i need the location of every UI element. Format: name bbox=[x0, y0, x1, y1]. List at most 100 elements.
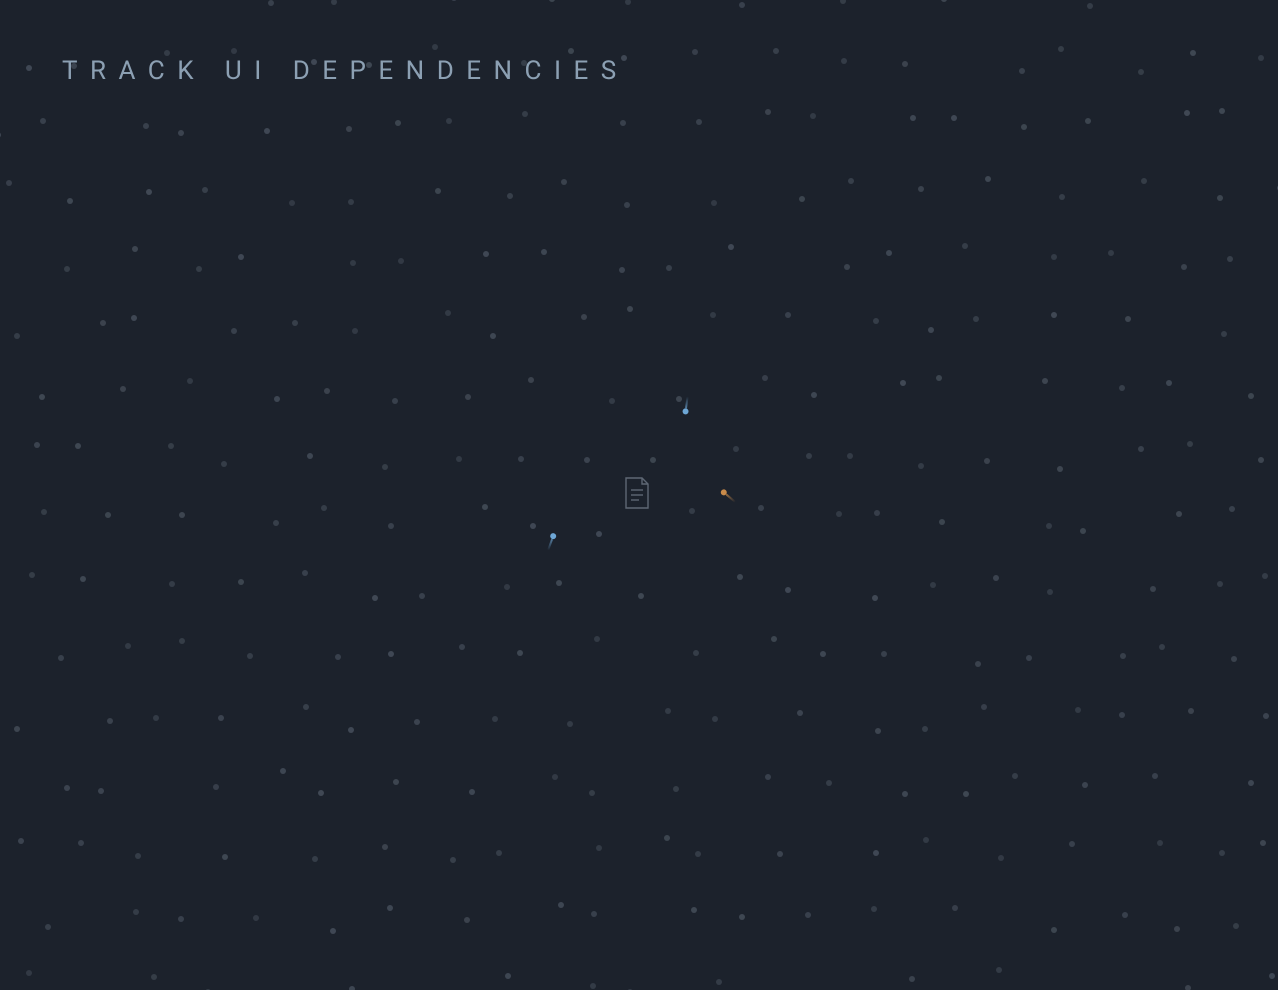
background-dot bbox=[952, 905, 958, 911]
background-dot bbox=[1047, 589, 1053, 595]
background-dot bbox=[14, 726, 20, 732]
background-dot bbox=[45, 924, 51, 930]
background-dot bbox=[909, 976, 915, 982]
background-dot bbox=[289, 200, 295, 206]
background-dot bbox=[6, 180, 12, 186]
background-dot bbox=[836, 511, 842, 517]
background-dot bbox=[638, 593, 644, 599]
background-dot bbox=[388, 523, 394, 529]
background-dot bbox=[996, 967, 1002, 973]
background-dot bbox=[666, 265, 672, 271]
background-dot bbox=[517, 650, 523, 656]
background-dot bbox=[459, 644, 465, 650]
background-dot bbox=[1108, 250, 1114, 256]
background-dot bbox=[469, 789, 475, 795]
background-dot bbox=[552, 774, 558, 780]
background-dot bbox=[274, 396, 280, 402]
background-dot bbox=[1262, 573, 1268, 579]
background-dot bbox=[1051, 927, 1057, 933]
background-dot bbox=[435, 188, 441, 194]
background-dot bbox=[445, 310, 451, 316]
background-dot bbox=[303, 704, 309, 710]
background-dot bbox=[482, 504, 488, 510]
background-dot bbox=[179, 512, 185, 518]
background-dot bbox=[1058, 46, 1064, 52]
background-dot bbox=[625, 0, 631, 5]
background-dot bbox=[419, 593, 425, 599]
background-dot bbox=[528, 377, 534, 383]
background-dot bbox=[132, 246, 138, 252]
background-dot bbox=[596, 531, 602, 537]
background-dot bbox=[530, 523, 536, 529]
background-dot bbox=[689, 508, 695, 514]
background-dot bbox=[253, 915, 259, 921]
background-dot bbox=[844, 264, 850, 270]
background-dot bbox=[1263, 713, 1269, 719]
background-dot bbox=[398, 258, 404, 264]
background-dot bbox=[951, 115, 957, 121]
background-dot bbox=[785, 587, 791, 593]
background-dot bbox=[125, 643, 131, 649]
background-dot bbox=[556, 580, 562, 586]
background-dot bbox=[939, 519, 945, 525]
background-dot bbox=[75, 443, 81, 449]
background-dot bbox=[848, 178, 854, 184]
background-dot bbox=[840, 0, 846, 4]
background-dot bbox=[450, 857, 456, 863]
background-dot bbox=[737, 574, 743, 580]
background-dot bbox=[810, 113, 816, 119]
background-dot bbox=[1219, 108, 1225, 114]
background-dot bbox=[1082, 782, 1088, 788]
background-dot bbox=[665, 708, 671, 714]
background-dot bbox=[178, 916, 184, 922]
background-dot bbox=[432, 44, 438, 50]
background-dot bbox=[490, 333, 496, 339]
background-dot bbox=[292, 320, 298, 326]
background-dot bbox=[451, 0, 457, 1]
background-dot bbox=[504, 584, 510, 590]
background-dot bbox=[928, 327, 934, 333]
background-dot bbox=[1069, 841, 1075, 847]
background-dot bbox=[733, 446, 739, 452]
background-dot bbox=[1190, 50, 1196, 56]
background-dot bbox=[1176, 511, 1182, 517]
background-dot bbox=[873, 318, 879, 324]
background-dot bbox=[324, 388, 330, 394]
background-dot bbox=[874, 510, 880, 516]
background-dot bbox=[164, 50, 170, 56]
background-dot bbox=[984, 458, 990, 464]
background-dot bbox=[78, 840, 84, 846]
background-dot bbox=[1125, 316, 1131, 322]
background-dot bbox=[695, 851, 701, 857]
background-dot bbox=[1187, 441, 1193, 447]
background-dot bbox=[1258, 55, 1264, 61]
background-dot bbox=[1181, 264, 1187, 270]
background-dot bbox=[331, 0, 337, 5]
background-dot bbox=[581, 314, 587, 320]
background-dot bbox=[941, 0, 947, 2]
page-title: TRACK UI DEPENDENCIES bbox=[62, 56, 629, 86]
background-dot bbox=[1046, 523, 1052, 529]
background-dot bbox=[414, 719, 420, 725]
background-dot bbox=[758, 505, 764, 511]
background-dot bbox=[739, 2, 745, 8]
background-dot bbox=[29, 572, 35, 578]
background-dot bbox=[584, 457, 590, 463]
document-icon bbox=[623, 477, 651, 509]
background-dot bbox=[785, 312, 791, 318]
background-dot bbox=[1185, 985, 1191, 990]
background-dot bbox=[1138, 69, 1144, 75]
background-dot bbox=[352, 328, 358, 334]
background-dot bbox=[619, 267, 625, 273]
background-dot bbox=[902, 61, 908, 67]
background-dot bbox=[273, 520, 279, 526]
background-dot bbox=[1085, 118, 1091, 124]
background-dot bbox=[395, 120, 401, 126]
background-dot bbox=[1057, 466, 1063, 472]
background-dot bbox=[58, 655, 64, 661]
background-dot bbox=[886, 250, 892, 256]
background-dot bbox=[963, 791, 969, 797]
background-dot bbox=[446, 118, 452, 124]
background-dot bbox=[918, 463, 924, 469]
background-dot bbox=[805, 912, 811, 918]
